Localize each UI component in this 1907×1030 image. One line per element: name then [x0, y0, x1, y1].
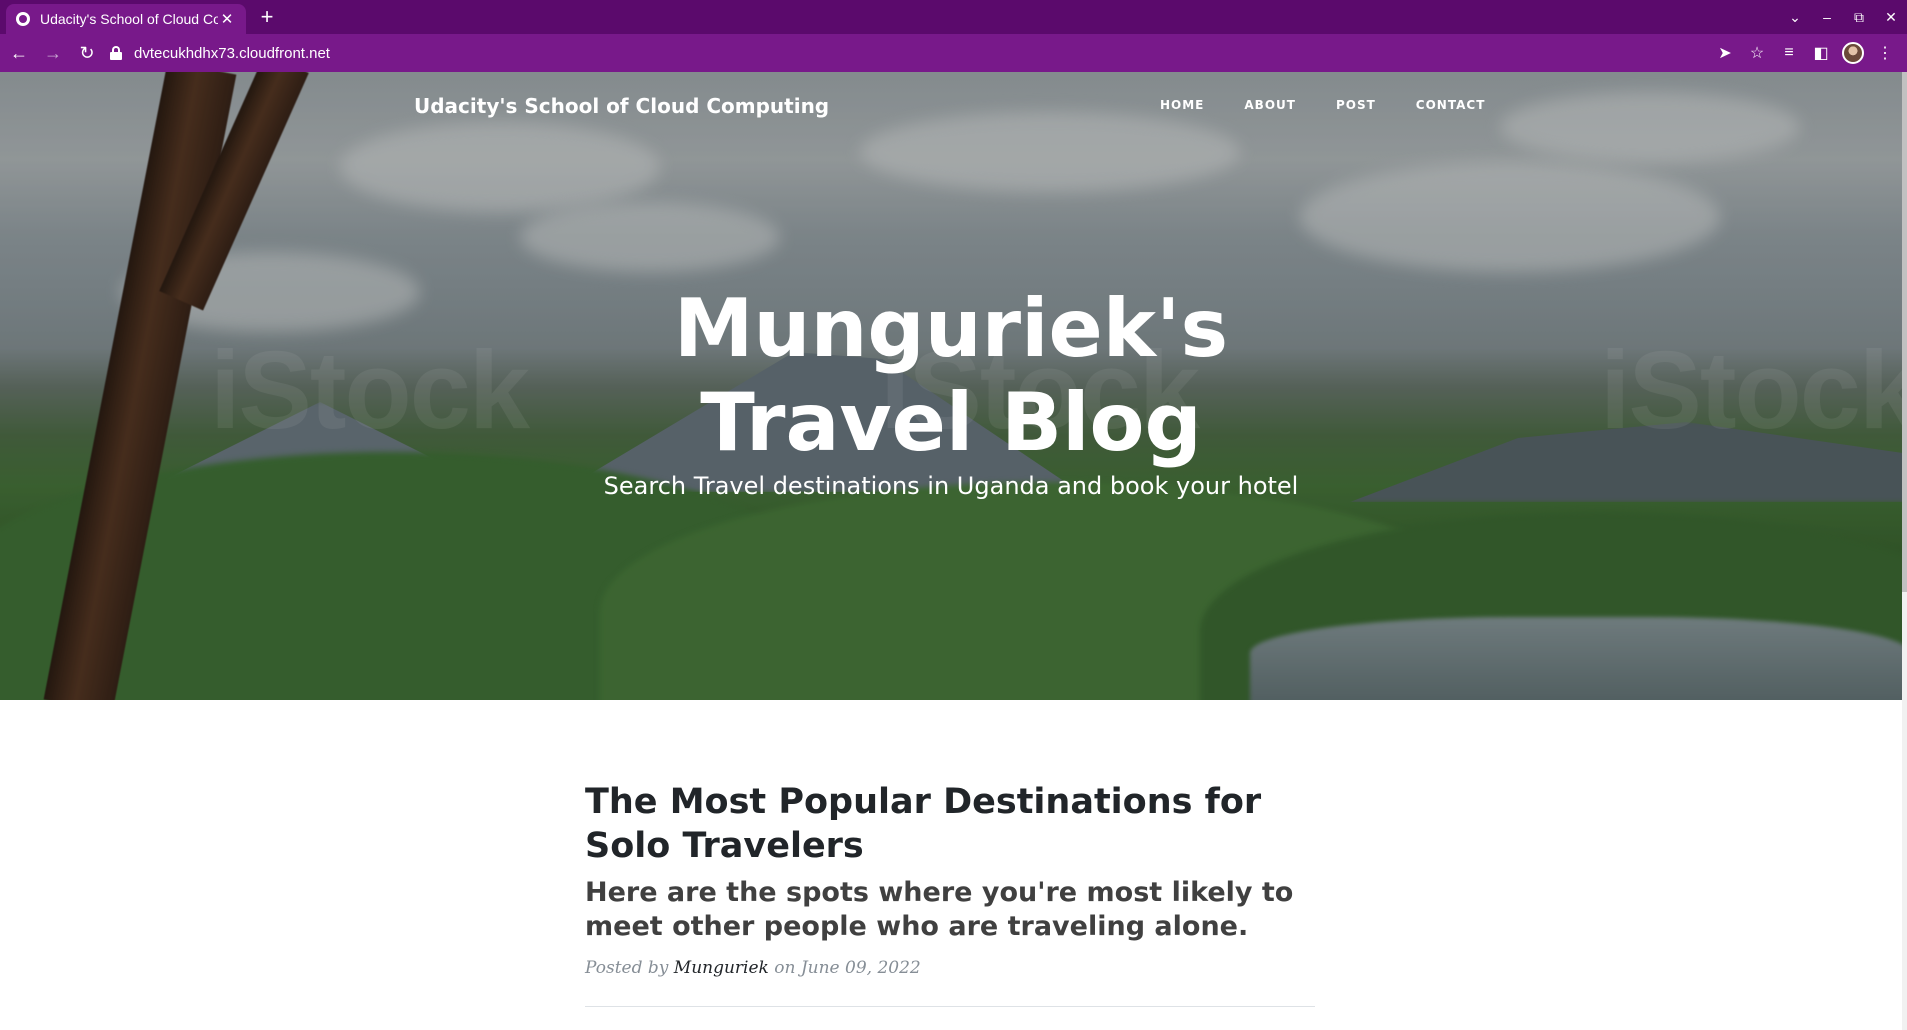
url-text[interactable]: dvtecukhdhx73.cloudfront.net: [134, 45, 330, 62]
nav-home[interactable]: HOME: [1160, 98, 1204, 112]
post-meta-date: on June 09, 2022: [768, 958, 921, 978]
scrollbar-thumb[interactable]: [1902, 72, 1907, 592]
globe-icon: [16, 12, 30, 26]
post-author-link[interactable]: Munguriek: [674, 958, 769, 978]
bookmark-star-icon[interactable]: ☆: [1741, 43, 1773, 63]
nav-about[interactable]: ABOUT: [1244, 98, 1296, 112]
tab-title: Udacity's School of Cloud Cor: [40, 11, 218, 27]
menu-icon[interactable]: ⋮: [1869, 43, 1901, 63]
reload-button[interactable]: ↻: [72, 38, 102, 68]
window-controls: ⌄ – ⧉ ✕: [1779, 0, 1907, 34]
post-subtitle[interactable]: Here are the spots where you're most lik…: [585, 876, 1315, 944]
site-brand-link[interactable]: Udacity's School of Cloud Computing: [414, 94, 829, 118]
hero-header: iStock iStock iStock Udacity's School of…: [0, 72, 1902, 700]
close-tab-icon[interactable]: ✕: [218, 10, 236, 28]
hero-subtitle: Search Travel destinations in Uganda and…: [603, 472, 1299, 500]
site-nav: HOME ABOUT POST CONTACT: [1160, 98, 1525, 112]
side-panel-icon[interactable]: ◧: [1805, 43, 1837, 63]
forward-button[interactable]: →: [38, 38, 68, 68]
post-title[interactable]: The Most Popular Destinations for Solo T…: [585, 780, 1315, 868]
address-bar[interactable]: dvtecukhdhx73.cloudfront.net: [110, 38, 1750, 68]
post-meta: Posted by Munguriek on June 09, 2022: [585, 958, 1315, 978]
divider: [585, 1006, 1315, 1007]
toolbar-actions: ➤ ☆ ≡ ◧ ⋮: [1709, 38, 1901, 68]
browser-tab-bar: Udacity's School of Cloud Cor ✕ + ⌄ – ⧉ …: [0, 0, 1907, 34]
restore-button[interactable]: ⧉: [1843, 9, 1875, 26]
nav-contact[interactable]: CONTACT: [1416, 98, 1486, 112]
browser-toolbar: ← → ↻ dvtecukhdhx73.cloudfront.net ➤ ☆ ≡…: [0, 34, 1907, 72]
page-scrollbar[interactable]: [1902, 72, 1907, 1030]
send-icon[interactable]: ➤: [1709, 43, 1741, 63]
hero-title-line1: Munguriek's: [673, 282, 1229, 375]
hero-title: Munguriek's Travel Blog: [0, 282, 1902, 470]
post-preview[interactable]: The Most Popular Destinations for Solo T…: [585, 780, 1315, 1007]
back-button[interactable]: ←: [4, 38, 34, 68]
tab-search-icon[interactable]: ⌄: [1779, 9, 1811, 26]
close-window-button[interactable]: ✕: [1875, 9, 1907, 26]
new-tab-button[interactable]: +: [254, 4, 280, 30]
media-queue-icon[interactable]: ≡: [1773, 44, 1805, 62]
browser-tab[interactable]: Udacity's School of Cloud Cor ✕: [6, 4, 246, 34]
minimize-button[interactable]: –: [1811, 9, 1843, 25]
nav-post[interactable]: POST: [1336, 98, 1376, 112]
post-meta-prefix: Posted by: [585, 958, 674, 978]
hero-title-line2: Travel Blog: [700, 376, 1202, 469]
profile-avatar[interactable]: [1842, 42, 1864, 64]
lock-icon[interactable]: [110, 46, 122, 60]
